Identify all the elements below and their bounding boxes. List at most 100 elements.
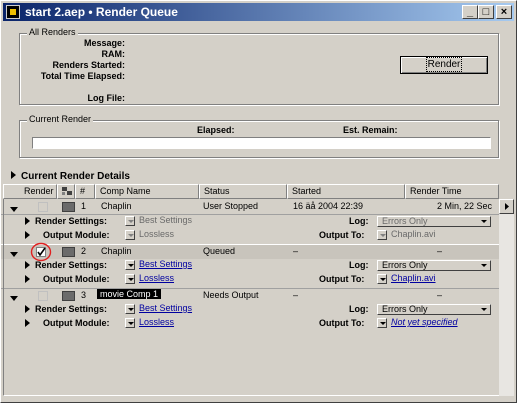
app-icon xyxy=(6,5,20,19)
row-3-render-settings-expand-icon[interactable] xyxy=(25,305,30,316)
row-2-output-module-expand-icon[interactable] xyxy=(25,275,30,286)
row-3-output-to-link[interactable]: Not yet specified xyxy=(391,317,458,327)
row-2-render-time: – xyxy=(437,246,443,256)
log-file-label: Log File: xyxy=(87,93,126,103)
row-1-comp-name[interactable]: Chaplin xyxy=(101,201,132,211)
row-3-expand-icon[interactable] xyxy=(10,293,18,304)
row-2-status: Queued xyxy=(203,246,236,256)
row-3-comp-name[interactable]: movie Comp 1 xyxy=(97,289,162,299)
row-3-started: – xyxy=(293,290,299,300)
queue-row-3[interactable]: 3 movie Comp 1 Needs Output – – xyxy=(1,288,499,303)
row-2-output-to-dropdown[interactable] xyxy=(377,274,387,284)
row-1-started: 16 äå 2004 22:39 xyxy=(293,201,364,211)
row-1-output-to-value[interactable]: Chaplin.avi xyxy=(391,229,436,239)
row-1-output-to-label: Output To: xyxy=(319,230,365,240)
row-3-log-label: Log: xyxy=(349,304,369,314)
row-2-output-to-link[interactable]: Chaplin.avi xyxy=(391,273,436,283)
row-1-render-settings-expand-icon[interactable] xyxy=(25,217,30,228)
window-title: start 2.aep • Render Queue xyxy=(25,5,178,19)
row-3-render-time: – xyxy=(437,290,443,300)
col-comp-name[interactable]: Comp Name xyxy=(95,184,199,199)
row-2-output-to-label: Output To: xyxy=(319,274,365,284)
row-3-output-module-expand-icon[interactable] xyxy=(25,319,30,330)
row-1-output-to-dropdown[interactable] xyxy=(377,230,387,240)
row-3-output-to-dropdown[interactable] xyxy=(377,318,387,328)
col-label-icon[interactable] xyxy=(57,184,75,199)
row-1-render-settings-label: Render Settings: xyxy=(35,216,108,226)
est-remain-label: Est. Remain: xyxy=(343,125,398,135)
details-disclosure-icon[interactable] xyxy=(11,171,16,182)
row-2-label-swatch[interactable] xyxy=(62,247,75,257)
row-1-log-value: Errors Only xyxy=(382,216,428,226)
row-2-expand-icon[interactable] xyxy=(10,249,18,260)
all-renders-label: All Renders xyxy=(27,27,78,37)
row-2-render-settings-dropdown[interactable] xyxy=(125,260,135,270)
render-button-label: Render xyxy=(425,57,463,72)
row-1-render-time: 2 Min, 22 Sec xyxy=(437,201,493,211)
row-2-started: – xyxy=(293,246,299,256)
row-1-label-swatch[interactable] xyxy=(62,202,75,212)
row-1-output-module-expand-icon[interactable] xyxy=(25,231,30,242)
row-2-number: 2 xyxy=(81,246,87,256)
row-3-render-settings-label: Render Settings: xyxy=(35,304,108,314)
message-label: Message: xyxy=(83,38,125,48)
col-status[interactable]: Status xyxy=(199,184,287,199)
ram-label: RAM: xyxy=(101,49,126,59)
total-time-label: Total Time Elapsed: xyxy=(40,71,125,81)
close-button[interactable]: × xyxy=(496,5,512,19)
row-3-output-to-label: Output To: xyxy=(319,318,365,328)
renders-started-label: Renders Started: xyxy=(52,60,125,70)
col-number[interactable]: # xyxy=(75,184,95,199)
row-3-render-checkbox[interactable] xyxy=(38,291,48,301)
render-queue-window: start 2.aep • Render Queue _ □ × All Ren… xyxy=(0,0,517,403)
row-1-status: User Stopped xyxy=(203,201,259,211)
row-1-number: 1 xyxy=(81,201,87,211)
row-2-output-module-link[interactable]: Lossless xyxy=(139,273,174,283)
row-2-output-module-label: Output Module: xyxy=(43,274,110,284)
row-2-render-settings-expand-icon[interactable] xyxy=(25,261,30,272)
row-2-output-module-dropdown[interactable] xyxy=(125,274,135,284)
row-1-output-module-dropdown[interactable] xyxy=(125,230,135,240)
col-render-time[interactable]: Render Time xyxy=(405,184,499,199)
row-1-render-settings-dropdown[interactable] xyxy=(125,216,135,226)
row-3-log-select[interactable]: Errors Only xyxy=(377,304,491,315)
row-3-number: 3 xyxy=(81,290,87,300)
minimize-button[interactable]: _ xyxy=(462,5,478,19)
row-1-log-select[interactable]: Errors Only xyxy=(377,216,491,227)
queue-row-1[interactable]: 1 Chaplin User Stopped 16 äå 2004 22:39 … xyxy=(1,200,499,215)
row-2-render-settings-link[interactable]: Best Settings xyxy=(139,259,192,269)
vertical-scrollbar[interactable] xyxy=(499,199,514,396)
render-button[interactable]: Render xyxy=(400,56,488,74)
row-3-output-module-dropdown[interactable] xyxy=(125,318,135,328)
title-bar[interactable]: start 2.aep • Render Queue _ □ × xyxy=(3,3,514,21)
row-2-render-settings-label: Render Settings: xyxy=(35,260,108,270)
row-3-label-swatch[interactable] xyxy=(62,291,75,301)
current-render-label: Current Render xyxy=(27,114,94,124)
row-3-output-module-link[interactable]: Lossless xyxy=(139,317,174,327)
row-1-render-checkbox[interactable] xyxy=(38,202,48,212)
row-3-render-settings-dropdown[interactable] xyxy=(125,304,135,314)
row-1-output-module-label: Output Module: xyxy=(43,230,110,240)
maximize-button[interactable]: □ xyxy=(478,5,494,19)
row-1-output-module-value[interactable]: Lossless xyxy=(139,229,174,239)
row-3-render-settings-link[interactable]: Best Settings xyxy=(139,303,192,313)
scroll-right-arrow[interactable] xyxy=(499,199,514,214)
row-1-render-settings-value[interactable]: Best Settings xyxy=(139,215,192,225)
label-tag-icon xyxy=(62,187,72,195)
row-3-output-module-label: Output Module: xyxy=(43,318,110,328)
row-2-log-select[interactable]: Errors Only xyxy=(377,260,491,271)
row-2-comp-name[interactable]: Chaplin xyxy=(101,246,132,256)
col-render[interactable]: Render xyxy=(3,184,57,199)
row-3-log-value: Errors Only xyxy=(382,304,428,314)
row-2-log-value: Errors Only xyxy=(382,260,428,270)
elapsed-label: Elapsed: xyxy=(197,125,235,135)
queue-row-2[interactable]: 2 Chaplin Queued – – xyxy=(1,242,499,262)
row-1-expand-icon[interactable] xyxy=(10,204,18,215)
row-2-log-label: Log: xyxy=(349,260,369,270)
render-progress-bar xyxy=(32,137,491,149)
col-started[interactable]: Started xyxy=(287,184,405,199)
row-1-log-label: Log: xyxy=(349,216,369,226)
scroll-arrow-icon xyxy=(505,203,509,210)
details-label[interactable]: Current Render Details xyxy=(21,171,130,182)
highlight-circle-icon xyxy=(30,242,52,262)
